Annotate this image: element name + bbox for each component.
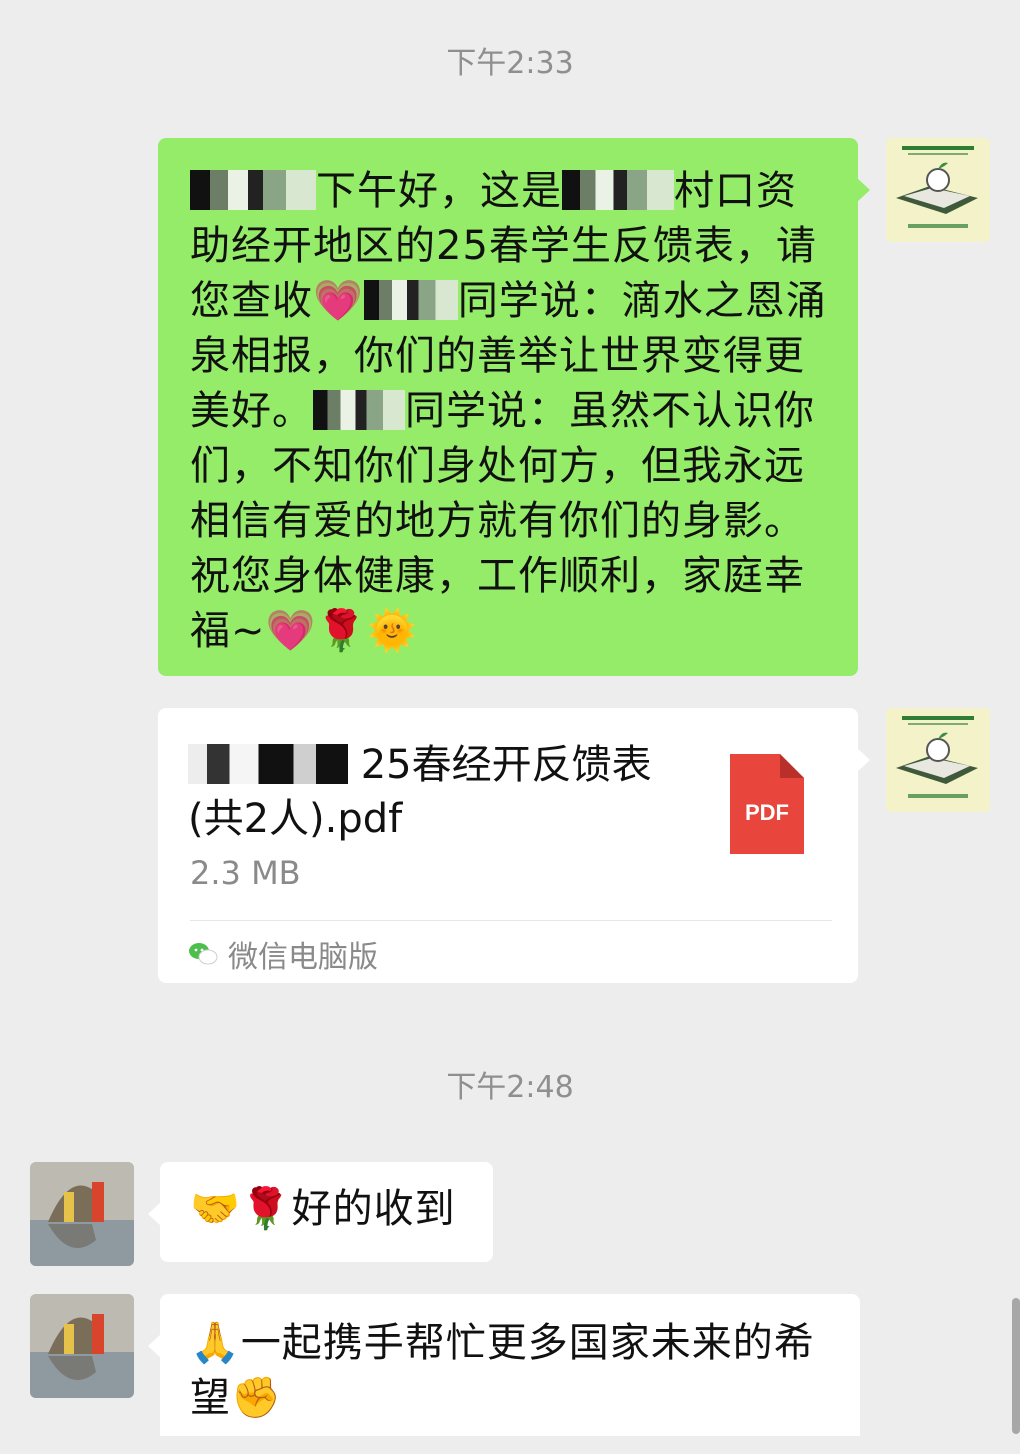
message-text: 🙏一起携手帮忙更多国家未来的希望✊ <box>190 1320 815 1421</box>
org-logo-icon <box>886 708 990 812</box>
message-text: 🤝🌹好的收到 <box>190 1186 456 1232</box>
heart-emoji: 💗 <box>313 278 364 324</box>
fist-emoji: ✊ <box>231 1375 282 1421</box>
sent-message-bubble[interactable]: 下午好，这是 村口资助经开地区的25春学生反馈表，请您查收💗 同学说：滴水之恩涌泉相… <box>158 138 870 676</box>
redacted-name <box>190 170 316 210</box>
org-logo-icon <box>886 138 990 242</box>
timestamp: 下午2:33 <box>446 46 574 81</box>
pdf-label: PDF <box>745 800 789 825</box>
scrollbar[interactable] <box>1012 1298 1020 1434</box>
timestamp: 下午2:48 <box>446 1070 574 1105</box>
source-label: 微信电脑版 <box>228 940 378 975</box>
bottom-strip <box>0 1436 1020 1454</box>
wechat-icon <box>189 943 218 965</box>
rose-emoji: 🌹 <box>316 608 368 654</box>
heart-emoji: 💗 <box>265 608 317 654</box>
photo-avatar-icon <box>30 1294 134 1398</box>
photo-avatar-icon <box>30 1162 134 1266</box>
source-row: 微信电脑版 <box>188 934 378 975</box>
photo-avatar[interactable] <box>30 1294 134 1398</box>
rose-emoji: 🌹 <box>240 1186 292 1232</box>
org-logo-avatar[interactable] <box>886 708 990 812</box>
handshake-emoji: 🤝 <box>190 1186 241 1232</box>
pdf-file-icon: PDF <box>730 754 804 854</box>
sun-emoji: 🌞 <box>367 608 418 654</box>
redacted-name <box>188 744 348 784</box>
file-message-card[interactable]: 25春经开反馈表 (共2人).pdf 2.3 MB PDF 微信电脑版 <box>158 708 870 983</box>
received-message-bubble[interactable]: 🤝🌹好的收到 <box>148 1162 493 1262</box>
message-text: 下午好，这是 村口资助经开地区的25春学生反馈表，请您查收💗 同学说：滴水之恩涌泉相… <box>190 168 827 654</box>
received-message-bubble[interactable]: 🙏一起携手帮忙更多国家未来的希望✊ <box>148 1294 860 1454</box>
file-name: 25春经开反馈表 (共2人).pdf <box>188 742 652 842</box>
divider <box>190 920 832 921</box>
pray-emoji: 🙏 <box>190 1320 241 1366</box>
file-size: 2.3 MB <box>190 854 301 892</box>
org-logo-avatar[interactable] <box>886 138 990 242</box>
redacted-name <box>562 170 674 210</box>
redacted-name <box>363 280 458 320</box>
photo-avatar[interactable] <box>30 1162 134 1266</box>
redacted-name <box>313 390 405 430</box>
